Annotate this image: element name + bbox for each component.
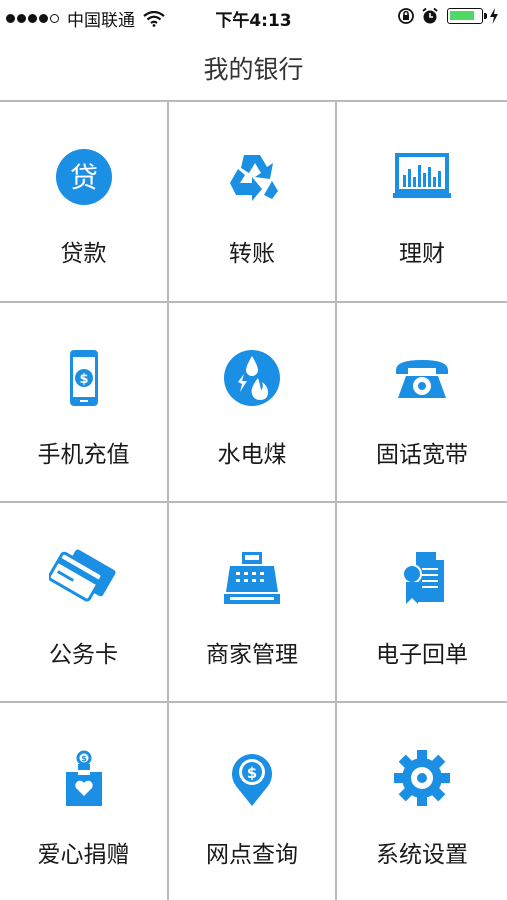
navigation-bar: 我的银行	[0, 34, 507, 100]
menu-item-label: 贷款	[60, 241, 107, 267]
business-card-icon	[48, 548, 116, 608]
menu-item-branch-locator[interactable]: $ 网点查询	[169, 703, 337, 900]
telephone-icon	[392, 348, 452, 408]
settings-gear-icon	[392, 748, 452, 808]
svg-text:$: $	[247, 764, 257, 782]
menu-item-label: 手机充值	[37, 442, 130, 468]
menu-item-label: 水电煤	[217, 442, 287, 468]
page-title: 我的银行	[203, 55, 304, 84]
menu-item-transfer[interactable]: 转账	[169, 102, 337, 303]
menu-item-merchant[interactable]: 商家管理	[169, 503, 337, 703]
rotation-lock-icon	[398, 8, 414, 24]
bank-home-screen: 中国联通 下午4:13 我的银行 贷 贷款 转账 理财 $ 手机充值 水电煤 固…	[0, 0, 507, 900]
loan-icon-glyph: 贷	[69, 161, 97, 194]
menu-item-mobile-topup[interactable]: $ 手机充值	[0, 303, 169, 503]
menu-item-label: 商家管理	[206, 642, 298, 668]
svg-text:$: $	[79, 372, 88, 387]
menu-item-landline-broadband[interactable]: 固话宽带	[337, 303, 507, 503]
menu-item-e-receipt[interactable]: 电子回单	[337, 503, 507, 703]
alarm-clock-icon	[422, 7, 438, 24]
menu-item-label: 系统设置	[376, 842, 468, 868]
menu-item-business-card[interactable]: 公务卡	[0, 503, 169, 703]
status-right	[391, 7, 499, 25]
menu-item-finance[interactable]: 理财	[337, 102, 507, 303]
charging-bolt-icon	[490, 8, 498, 24]
battery-icon	[447, 8, 487, 24]
menu-item-label: 网点查询	[206, 842, 298, 868]
svg-text:$: $	[81, 754, 87, 763]
menu-item-donation[interactable]: $ 爱心捐赠	[0, 703, 169, 900]
menu-item-label: 理财	[399, 241, 445, 267]
branch-locator-icon: $	[222, 748, 282, 808]
recycle-transfer-icon	[222, 147, 282, 207]
e-receipt-icon	[392, 548, 452, 608]
status-bar: 中国联通 下午4:13	[0, 0, 507, 34]
menu-item-label: 电子回单	[376, 642, 468, 668]
menu-item-settings[interactable]: 系统设置	[337, 703, 507, 900]
menu-item-label: 转账	[229, 241, 275, 267]
loan-icon: 贷	[54, 147, 114, 207]
finance-chart-icon	[392, 147, 452, 207]
menu-item-utilities[interactable]: 水电煤	[169, 303, 337, 503]
menu-item-label: 固话宽带	[376, 442, 468, 468]
cash-register-icon	[222, 548, 282, 608]
menu-item-loan[interactable]: 贷 贷款	[0, 102, 169, 303]
utilities-icon	[222, 348, 282, 408]
donation-box-icon: $	[54, 748, 114, 808]
mobile-topup-icon: $	[54, 348, 114, 408]
menu-item-label: 爱心捐赠	[37, 842, 130, 868]
service-grid: 贷 贷款 转账 理财 $ 手机充值 水电煤 固话宽带 公务卡 商家管理 电子回单…	[0, 100, 507, 900]
menu-item-label: 公务卡	[49, 642, 118, 668]
